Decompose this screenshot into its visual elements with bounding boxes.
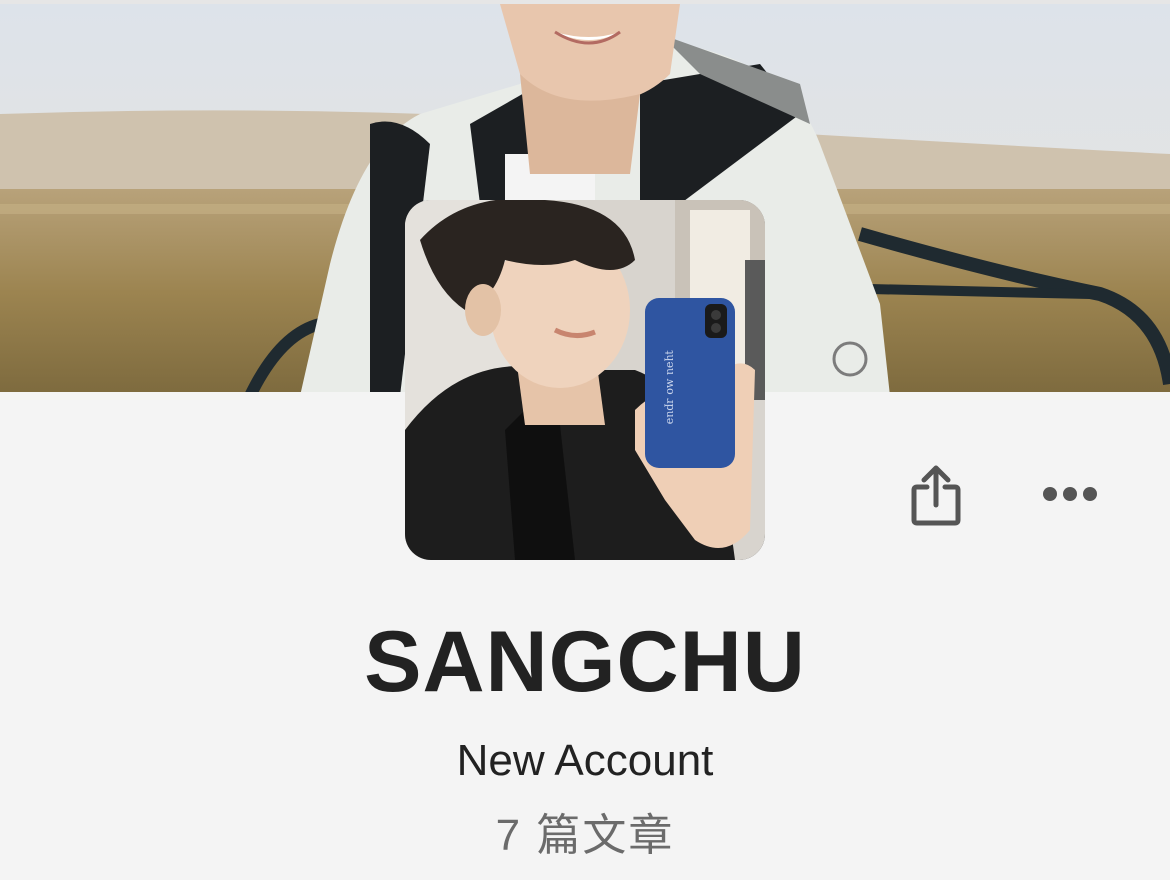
share-button[interactable] — [900, 455, 972, 535]
profile-bio: New Account — [456, 736, 714, 785]
svg-text:ʇɥǝu ʍo ɹpuǝ: ʇɥǝu ʍo ɹpuǝ — [664, 350, 677, 424]
more-icon — [1043, 487, 1097, 501]
profile-page: ʇɥǝu ʍo ɹpuǝ SANGCHU New Account 7 篇文章 — [0, 0, 1170, 880]
profile-name: SANGCHU — [364, 614, 806, 710]
avatar[interactable]: ʇɥǝu ʍo ɹpuǝ — [405, 200, 765, 560]
post-count[interactable]: 7 篇文章 — [0, 808, 1170, 864]
more-options-button[interactable] — [1030, 470, 1110, 518]
share-icon — [911, 465, 961, 526]
